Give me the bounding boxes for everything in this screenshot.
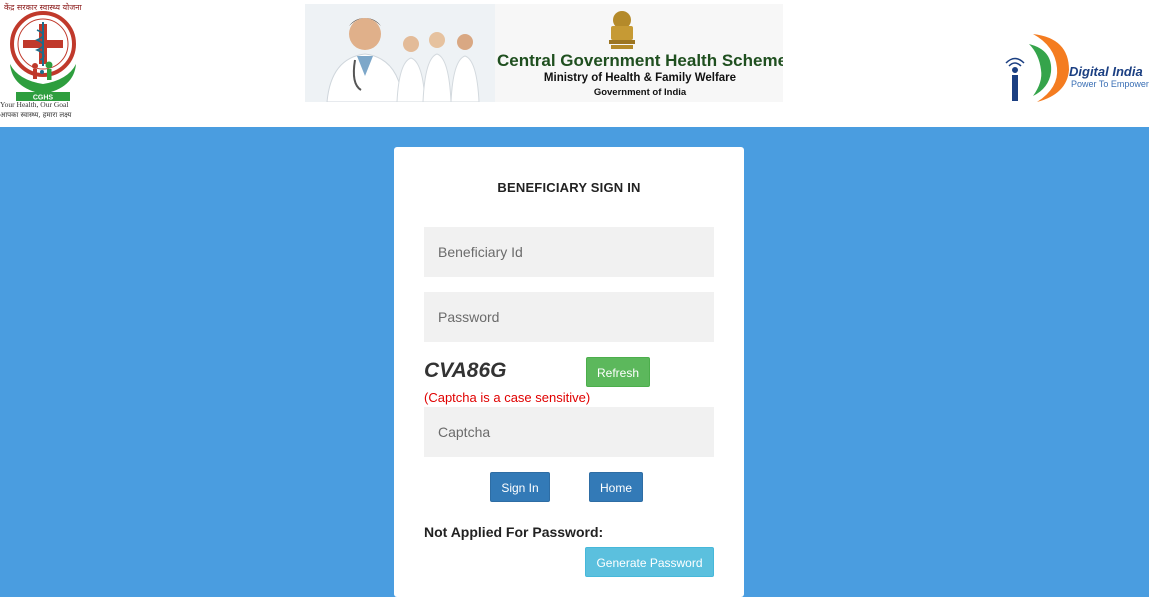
banner-ministry: Ministry of Health & Family Welfare xyxy=(543,72,737,84)
site-header: CGHS केंद्र सरकार स्वास्थ्य योजना Your H… xyxy=(0,0,1149,127)
cghs-banner: Central Government Health Scheme Ministr… xyxy=(305,4,783,102)
generate-password-button[interactable]: Generate Password xyxy=(585,547,714,577)
signin-title: BENEFICIARY SIGN IN xyxy=(497,180,641,195)
beneficiary-id-input[interactable] xyxy=(424,227,714,277)
cghs-tagline-english: Your Health, Our Goal xyxy=(0,100,69,109)
digital-india-name: Digital India xyxy=(1069,64,1143,79)
sign-in-button[interactable]: Sign In xyxy=(490,472,550,502)
cghs-tagline-hindi: आपका स्वास्थ्य, हमारा लक्ष्य xyxy=(0,111,72,119)
password-input[interactable] xyxy=(424,292,714,342)
doctors-illustration-icon xyxy=(305,4,495,102)
refresh-captcha-button[interactable]: Refresh xyxy=(586,357,650,387)
digital-india-tagline: Power To Empower xyxy=(1071,79,1149,89)
cghs-hindi-title: केंद्र सरकार स्वास्थ्य योजना xyxy=(4,3,82,12)
banner-title: Central Government Health Scheme xyxy=(497,51,783,70)
banner-government: Government of India xyxy=(593,87,687,98)
signin-card: BENEFICIARY SIGN IN CVA86G Refresh (Capt… xyxy=(394,147,744,597)
home-button[interactable]: Home xyxy=(589,472,643,502)
captcha-case-note: (Captcha is a case sensitive) xyxy=(424,390,591,405)
captcha-code: CVA86G xyxy=(424,359,507,382)
captcha-input[interactable] xyxy=(424,407,714,457)
national-emblem-icon xyxy=(609,11,635,49)
not-applied-label: Not Applied For Password: xyxy=(424,524,604,540)
